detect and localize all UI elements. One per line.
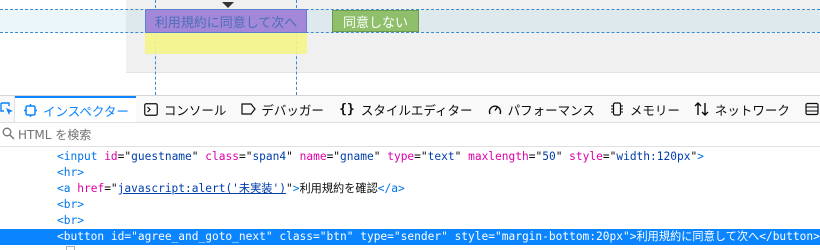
debugger-icon — [240, 101, 256, 117]
href-link[interactable]: javascript:alert('未実装') — [118, 182, 286, 195]
search-input[interactable]: HTML を検索 — [18, 126, 91, 143]
markup-line-button-selected[interactable]: <button id="agree_and_goto_next" class="… — [0, 229, 820, 245]
button-text: 利用規約に同意して次へ — [636, 230, 760, 243]
attr-value: text — [427, 150, 455, 163]
attr-name: id — [104, 150, 118, 163]
tab-more[interactable] — [797, 96, 820, 122]
highlighter-margin-box — [145, 32, 307, 54]
disagree-button[interactable]: 同意しない — [332, 10, 419, 32]
tab-label: コンソール — [163, 102, 227, 118]
tab-network[interactable]: ネットワーク — [687, 96, 797, 122]
arrows-updown-icon — [694, 101, 710, 117]
attr-name: name — [299, 150, 327, 163]
tab-performance[interactable]: パフォーマンス — [480, 96, 602, 122]
tab-console[interactable]: コンソール — [136, 96, 234, 122]
storage-icon — [804, 101, 820, 117]
attr-name: type — [387, 150, 415, 163]
attr-name: style — [569, 150, 603, 163]
tab-label: パフォーマンス — [507, 102, 595, 118]
collapse-toggle-icon[interactable] — [66, 246, 75, 250]
markup-line-a[interactable]: <a href="javascript:alert('未実装')">利用規約を確… — [0, 181, 820, 197]
tab-label: デバッガー — [261, 102, 324, 118]
attr-value: agree_and_goto_next — [137, 230, 266, 243]
attr-name: style — [454, 230, 489, 243]
highlighter-pointer-icon — [222, 2, 234, 8]
gauge-icon — [487, 101, 503, 117]
devtools-panel: インスペクター コンソール デバッガー {} スタイルエディター パフォーマンス — [0, 95, 820, 250]
a-text: 利用規約を確認 — [299, 182, 378, 195]
attr-value: btn — [326, 230, 347, 243]
markup-line-hr[interactable]: <hr> — [0, 165, 820, 181]
tab-debugger[interactable]: デバッガー — [233, 96, 331, 122]
attr-value: width:120px — [616, 150, 691, 163]
attr-name: type — [360, 230, 388, 243]
console-icon — [143, 101, 159, 117]
inspector-icon — [22, 102, 38, 118]
attr-value: gname — [340, 150, 374, 163]
tab-label: スタイルエディター — [360, 102, 473, 118]
attr-value: guestname — [131, 150, 192, 163]
markup-view: <input id="guestname" class="span4" name… — [0, 147, 820, 250]
agree-and-next-button[interactable]: 利用規約に同意して次へ — [145, 9, 307, 33]
markup-line-br[interactable]: <br> — [0, 197, 820, 213]
attr-value: 50 — [542, 150, 556, 163]
attr-value: span4 — [252, 150, 287, 163]
attr-name: class — [279, 230, 314, 243]
tab-label: メモリー — [629, 102, 680, 118]
search-icon — [2, 127, 15, 143]
attr-name: id — [110, 230, 125, 243]
html-search-bar[interactable]: HTML を検索 — [0, 123, 820, 147]
attr-value: sender — [400, 230, 442, 243]
tab-label: ネットワーク — [714, 102, 790, 118]
attr-value: margin-bottom:20px — [501, 230, 623, 243]
highlighter-guide-bottom — [0, 32, 820, 33]
attr-name: class — [205, 150, 239, 163]
tag-name: input — [63, 150, 98, 163]
element-picker-icon[interactable] — [0, 96, 15, 122]
tab-memory[interactable]: メモリー — [602, 96, 687, 122]
braces-icon: {} — [339, 101, 355, 117]
markup-line-br[interactable]: <br> — [0, 213, 820, 229]
memory-chip-icon — [609, 101, 625, 117]
tab-inspector[interactable]: インスペクター — [15, 96, 136, 122]
attr-name: maxlength — [468, 150, 529, 163]
devtools-tabbar: インスペクター コンソール デバッガー {} スタイルエディター パフォーマンス — [0, 96, 820, 123]
tab-label: インスペクター — [43, 103, 129, 119]
tab-style-editor[interactable]: {} スタイルエディター — [331, 96, 480, 122]
page-viewport: 利用規約に同意して次へ 同意しない — [0, 0, 820, 95]
markup-line-input[interactable]: <input id="guestname" class="span4" name… — [0, 149, 820, 165]
